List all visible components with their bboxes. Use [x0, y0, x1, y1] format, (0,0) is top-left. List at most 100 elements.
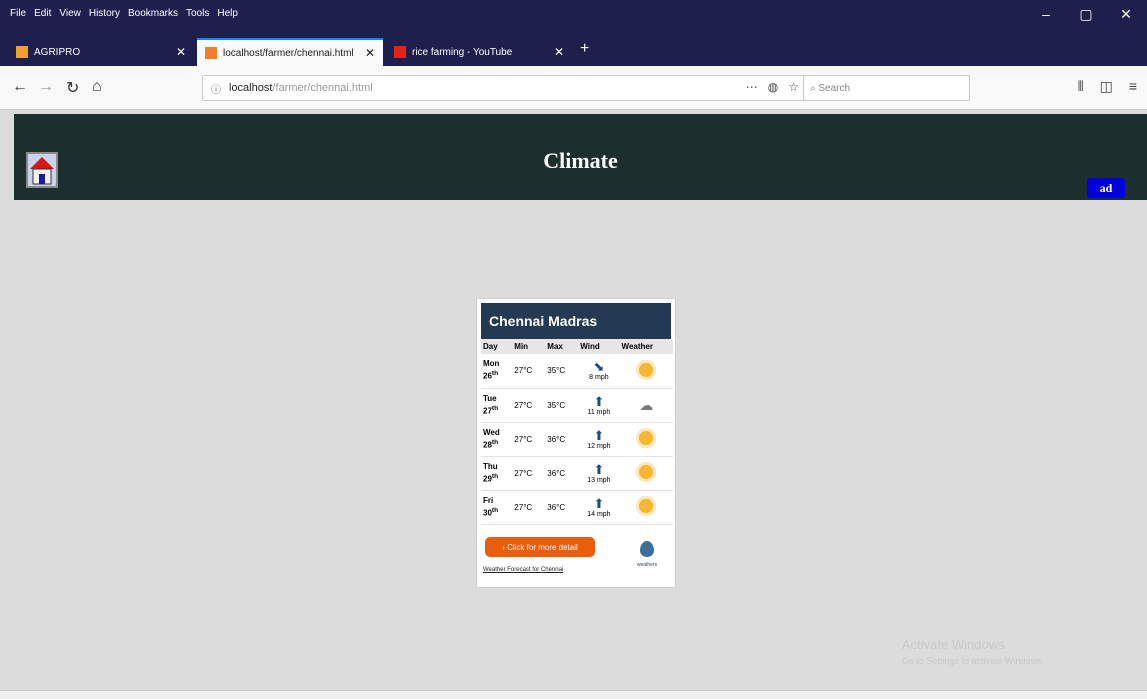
search-placeholder: Search [818, 82, 851, 94]
forecast-day: Wed 28th [481, 422, 513, 457]
forecast-max: 36°C [545, 422, 579, 457]
day-suffix: th [491, 370, 499, 378]
forecast-min: 27°C [512, 490, 546, 525]
menu-file[interactable]: File [10, 8, 26, 19]
wind-arrow-icon: ⬆ [593, 393, 605, 409]
forecast-max: 35°C [545, 388, 579, 423]
forecast-wind: ⬆ 14 mph [578, 490, 620, 525]
library-icon[interactable]: ⫴ [1078, 78, 1084, 95]
tab-agripro[interactable]: AGRIPRO ✕ [8, 38, 194, 66]
forecast-wind: ⬆ 13 mph [578, 456, 620, 491]
window-controls: – ▢ ✕ [1035, 6, 1137, 23]
horizontal-scrollbar[interactable] [0, 690, 1147, 699]
wind-speed: 11 mph [587, 408, 611, 416]
forecast-weather [619, 422, 673, 457]
watermark-title: Activate Windows [902, 637, 1005, 652]
sun-icon [639, 465, 654, 479]
more-detail-button[interactable]: › Click for more detail [485, 537, 595, 557]
reload-icon[interactable]: ↻ [66, 78, 79, 98]
tab-youtube[interactable]: rice farming - YouTube ✕ [386, 38, 572, 66]
toolbar-right: ⫴ ◫ ≡ [1078, 78, 1137, 95]
url-host: localhost [229, 82, 273, 94]
back-icon[interactable]: ← [12, 78, 28, 96]
close-tab-icon[interactable]: ✕ [168, 45, 186, 59]
ad-badge[interactable]: ad [1087, 178, 1125, 198]
weather-logo-icon [640, 541, 654, 557]
weather-logo[interactable]: weathers [631, 541, 663, 568]
tab-strip: AGRIPRO ✕ localhost/farmer/chennai.html … [0, 34, 1147, 66]
menu-help[interactable]: Help [217, 8, 238, 19]
close-window-button[interactable]: ✕ [1115, 6, 1137, 23]
minimize-button[interactable]: – [1035, 6, 1057, 23]
wind-speed: 14 mph [587, 510, 611, 518]
tab-label: localhost/farmer/chennai.html [223, 47, 354, 59]
wind-speed: 12 mph [587, 442, 611, 450]
weather-widget: Chennai Madras Day Min Max Wind Weather … [476, 298, 676, 588]
forecast-header-row: Day Min Max Wind Weather [481, 339, 673, 354]
forecast-row: Tue 27th 27°C 35°C ⬆ 11 mph ☁ [481, 388, 673, 423]
forecast-weather: ☁ [619, 388, 673, 423]
forecast-day: Mon 26th [481, 354, 513, 389]
forecast-row: Thu 29th 27°C 36°C ⬆ 13 mph [481, 456, 673, 491]
day-date: 26 [483, 372, 492, 382]
page-header: Climate ad [14, 114, 1147, 200]
site-info-icon[interactable]: ⓘ [211, 81, 221, 96]
menu-edit[interactable]: Edit [34, 8, 51, 19]
col-min: Min [512, 339, 546, 354]
forward-icon[interactable]: → [38, 78, 54, 96]
forecast-min: 27°C [512, 354, 546, 389]
agripro-favicon-icon [16, 46, 28, 58]
hamburger-menu-icon[interactable]: ≡ [1129, 78, 1137, 95]
wind-speed: 13 mph [587, 476, 611, 484]
forecast-wind: ⬆ 12 mph [578, 422, 620, 457]
wind-arrow-icon: ⬆ [593, 461, 605, 477]
day-suffix: th [491, 438, 499, 446]
col-day: Day [481, 339, 513, 354]
forecast-min: 27°C [512, 422, 546, 457]
forecast-row: Fri 30th 27°C 36°C ⬆ 14 mph [481, 490, 673, 525]
home-icon[interactable]: ⌂ [92, 78, 102, 96]
menu-tools[interactable]: Tools [186, 8, 209, 19]
day-name: Mon [483, 359, 500, 369]
forecast-row: Mon 26th 27°C 35°C ⬊ 8 mph [481, 354, 673, 389]
maximize-button[interactable]: ▢ [1075, 6, 1097, 23]
forecast-max: 36°C [545, 456, 579, 491]
close-tab-icon[interactable]: ✕ [357, 46, 375, 60]
menu-history[interactable]: History [89, 8, 120, 19]
forecast-weather [619, 456, 673, 491]
forecast-weather [619, 354, 673, 389]
close-tab-icon[interactable]: ✕ [546, 45, 564, 59]
pocket-icon[interactable]: ◍ [768, 80, 778, 94]
youtube-favicon-icon [394, 46, 406, 58]
wind-arrow-icon: ⬆ [593, 427, 605, 443]
forecast-link[interactable]: Weather Forecast for Chennai [483, 567, 563, 573]
forecast-wind: ⬆ 11 mph [578, 388, 620, 423]
page-actions-icon[interactable]: ⋯ [746, 80, 758, 94]
sidebar-icon[interactable]: ◫ [1100, 78, 1113, 95]
menu-bookmarks[interactable]: Bookmarks [128, 8, 178, 19]
bookmark-star-icon[interactable]: ☆ [788, 80, 799, 94]
forecast-max: 36°C [545, 490, 579, 525]
page-favicon-icon [205, 47, 217, 59]
url-bar[interactable]: ⓘ localhost/farmer/chennai.html ⋯ ◍ ☆ [202, 75, 808, 101]
forecast-table: Day Min Max Wind Weather Mon 26th 27°C 35°C… [481, 339, 673, 525]
menu-view[interactable]: View [59, 8, 81, 19]
navigation-toolbar: ← → ↻ ⌂ ⓘ localhost/farmer/chennai.html … [0, 66, 1147, 110]
wind-speed: 8 mph [589, 374, 609, 382]
window-titlebar: File Edit View History Bookmarks Tools H… [0, 0, 1147, 34]
widget-city: Chennai Madras [481, 303, 671, 339]
day-date: 28 [483, 440, 492, 450]
day-suffix: th [491, 506, 499, 514]
tab-label: AGRIPRO [34, 46, 81, 58]
cloud-icon: ☁ [639, 396, 654, 413]
search-input[interactable]: ⌕ Search [803, 75, 970, 101]
new-tab-icon[interactable]: + [580, 40, 589, 58]
forecast-max: 35°C [545, 354, 579, 389]
page-content: Climate ad Chennai Madras Day Min Max Wi… [0, 110, 1147, 699]
forecast-row: Wed 28th 27°C 36°C ⬆ 12 mph [481, 422, 673, 457]
wind-arrow-icon: ⬊ [593, 359, 605, 375]
day-suffix: th [491, 404, 499, 412]
tab-chennai[interactable]: localhost/farmer/chennai.html ✕ [197, 38, 383, 66]
search-icon: ⌕ [810, 82, 819, 94]
forecast-min: 27°C [512, 456, 546, 491]
